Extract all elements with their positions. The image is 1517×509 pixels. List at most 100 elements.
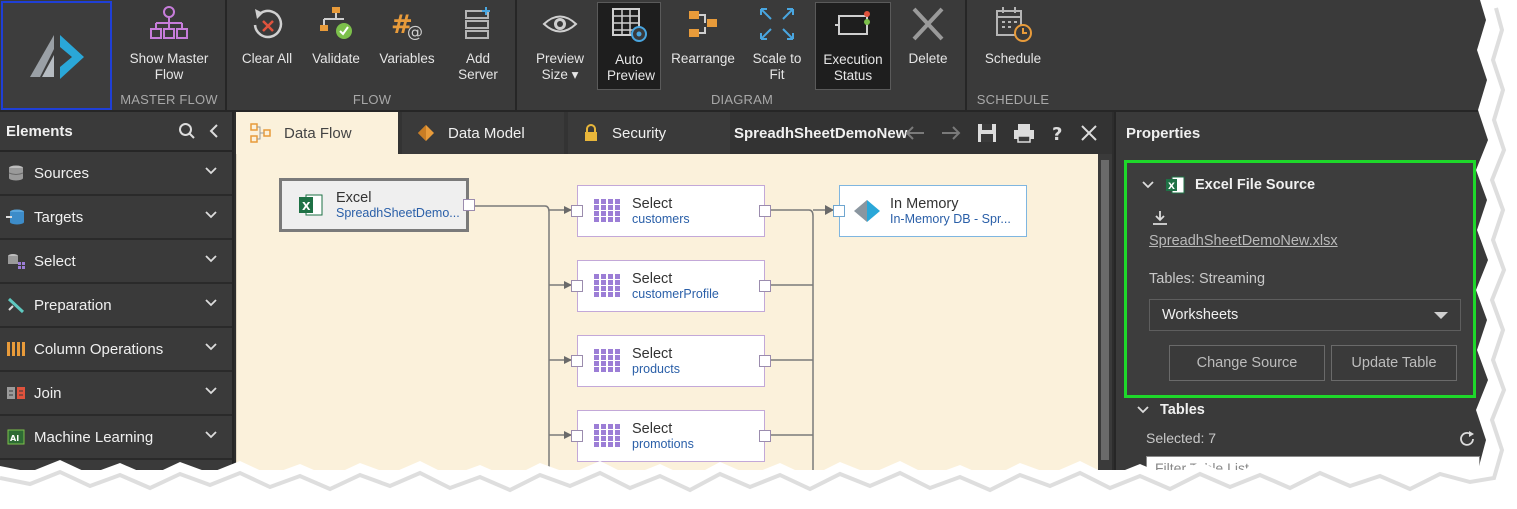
section-header[interactable]: X Excel File Source	[1141, 175, 1315, 195]
grid-select-icon	[594, 424, 620, 447]
download-icon[interactable]	[1151, 209, 1169, 227]
output-port[interactable]	[759, 280, 771, 292]
calendar-clock-icon	[996, 7, 1032, 42]
app-logo[interactable]	[1, 1, 112, 110]
change-source-button[interactable]: Change Source	[1169, 345, 1325, 381]
tables-streaming-label: Tables: Streaming	[1149, 271, 1266, 287]
in-memory-target-node[interactable]: In Memory In-Memory DB - Spr...	[833, 185, 1027, 237]
server-icon	[465, 7, 490, 39]
tab-data-model[interactable]: Data Model	[402, 112, 564, 154]
node-title: In Memory	[890, 195, 959, 212]
node-subtitle: SpreadhSheetDemo...	[336, 205, 460, 220]
excel-file-source-section: X Excel File Source SpreadhSheetDemoNew.…	[1124, 160, 1476, 398]
auto-preview-button[interactable]: Auto Preview	[597, 2, 661, 90]
excel-source-node[interactable]: X Excel SpreadhSheetDemo...	[279, 178, 475, 232]
group-label-flow: FLOW	[352, 92, 392, 107]
preview-size-button[interactable]: Preview Size ▾	[525, 2, 595, 90]
add-server-button[interactable]: Add Server	[445, 2, 511, 90]
rearrange-button[interactable]: Rearrange	[667, 2, 739, 90]
ai-icon: AI	[7, 429, 25, 445]
select-icon	[8, 254, 25, 269]
svg-text:AI: AI	[10, 434, 19, 443]
scale-to-fit-button[interactable]: Scale to Fit	[743, 2, 811, 90]
chevron-down-icon	[1142, 181, 1154, 189]
execution-status-button[interactable]: Execution Status	[815, 2, 891, 90]
tables-section-header[interactable]: Tables	[1136, 402, 1205, 418]
select-node-customer-profile[interactable]: Select customerProfile	[571, 260, 771, 312]
delete-button[interactable]: Delete	[895, 2, 961, 90]
output-port[interactable]	[759, 430, 771, 442]
select-node-products[interactable]: Select products	[571, 335, 771, 387]
save-icon[interactable]	[976, 122, 998, 144]
node-subtitle: customerProfile	[632, 286, 719, 301]
category-sources[interactable]: Sources	[0, 152, 232, 196]
wand-icon	[7, 297, 25, 314]
variables-button[interactable]: # @ Variables	[373, 2, 441, 90]
tab-security[interactable]: Security	[568, 112, 730, 154]
category-machine-learning[interactable]: AI Machine Learning	[0, 416, 232, 460]
category-preparation[interactable]: Preparation	[0, 284, 232, 328]
schedule-button[interactable]: Schedule	[977, 2, 1049, 90]
input-port[interactable]	[833, 205, 845, 217]
scrollbar-thumb[interactable]	[1101, 160, 1109, 460]
schedule-label: Schedule	[984, 51, 1042, 66]
properties-panel: Properties X Excel File Source SpreadhSh…	[1114, 112, 1490, 470]
node-subtitle: products	[632, 361, 680, 376]
category-select[interactable]: Select	[0, 240, 232, 284]
category-join[interactable]: Join	[0, 372, 232, 416]
select-node-customers[interactable]: Select customers	[571, 185, 771, 237]
category-targets[interactable]: Targets	[0, 196, 232, 240]
collapse-panel-icon[interactable]	[208, 122, 220, 140]
chevron-down-icon	[205, 343, 217, 351]
clear-all-button[interactable]: Clear All	[235, 2, 299, 90]
file-link[interactable]: SpreadhSheetDemoNew.xlsx	[1149, 233, 1338, 249]
document-toolbar: ?	[904, 122, 1098, 144]
close-icon[interactable]	[1080, 124, 1098, 142]
output-port[interactable]	[463, 199, 475, 211]
grid-select-icon	[594, 274, 620, 297]
canvas-scrollbar[interactable]	[1098, 154, 1112, 470]
grid-select-icon	[594, 349, 620, 372]
chevron-down-icon	[205, 431, 217, 439]
input-port[interactable]	[571, 205, 583, 217]
undo-arrow-icon[interactable]	[904, 123, 926, 143]
auto-preview-icon	[612, 8, 647, 42]
search-icon[interactable]	[178, 122, 196, 140]
help-icon[interactable]: ?	[1050, 122, 1066, 144]
preview-size-label: Preview Size ▾	[535, 51, 584, 82]
redo-arrow-icon[interactable]	[940, 123, 962, 143]
svg-text:?: ?	[1052, 124, 1062, 144]
input-port[interactable]	[571, 430, 583, 442]
category-label: Machine Learning	[34, 428, 154, 446]
select-node-promotions[interactable]: Select promotions	[571, 410, 771, 462]
show-master-flow-button[interactable]: Show Master Flow	[121, 2, 217, 90]
print-icon[interactable]	[1012, 122, 1036, 144]
update-table-button[interactable]: Update Table	[1331, 345, 1457, 381]
columns-icon	[7, 342, 25, 356]
data-model-icon	[418, 125, 434, 141]
node-title: Select	[632, 345, 673, 362]
filter-table-input[interactable]: Filter Table List	[1146, 456, 1480, 470]
clear-all-label: Clear All	[241, 51, 293, 66]
refresh-icon[interactable]	[1458, 430, 1476, 448]
flow-canvas[interactable]: X Excel SpreadhSheetDemo... Select custo…	[236, 154, 1098, 470]
rearrange-label: Rearrange	[671, 51, 735, 66]
worksheets-dropdown[interactable]: Worksheets	[1149, 299, 1461, 331]
variables-icon: # @	[391, 10, 423, 41]
input-port[interactable]	[571, 355, 583, 367]
delete-label: Delete	[908, 51, 948, 66]
database-icon	[8, 165, 24, 181]
category-label: Targets	[34, 208, 84, 226]
output-port[interactable]	[759, 205, 771, 217]
elements-panel: Elements Sources Targets Select Preparat…	[0, 112, 234, 470]
chevron-down-icon	[205, 387, 217, 395]
output-port[interactable]	[759, 355, 771, 367]
category-column-operations[interactable]: Column Operations	[0, 328, 232, 372]
validate-button[interactable]: Validate	[303, 2, 369, 90]
group-label-diagram: DIAGRAM	[710, 92, 774, 107]
input-port[interactable]	[571, 280, 583, 292]
eye-icon	[542, 15, 578, 33]
tab-data-flow[interactable]: Data Flow	[236, 112, 398, 154]
in-memory-icon	[854, 200, 880, 222]
validate-icon	[320, 7, 352, 39]
